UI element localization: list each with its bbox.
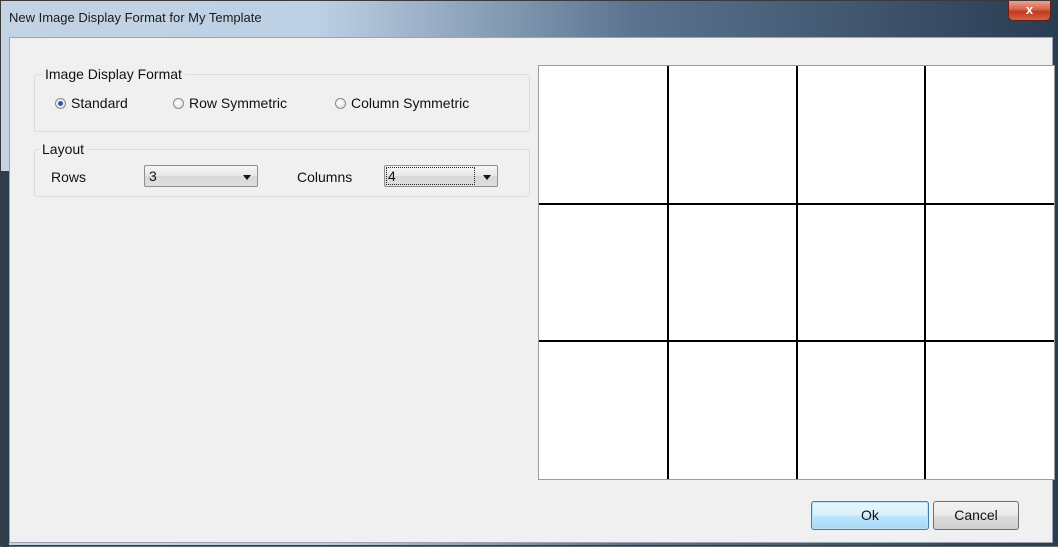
window-edge-decoration: [1, 171, 9, 547]
layout-legend: Layout: [39, 141, 88, 157]
dialog-window: New Image Display Format for My Template…: [0, 0, 1058, 547]
columns-dropdown-value: 4: [386, 167, 475, 185]
radio-column-symmetric-indicator[interactable]: [335, 97, 346, 109]
dialog-client-area: Image Display Format Standard Row Symmet…: [9, 37, 1055, 543]
ok-button[interactable]: Ok: [811, 501, 929, 530]
radio-standard[interactable]: Standard: [55, 95, 128, 111]
radio-row-symmetric-label: Row Symmetric: [189, 95, 288, 111]
radio-standard-indicator[interactable]: [55, 97, 66, 109]
chevron-down-icon: [243, 175, 251, 180]
radio-standard-label: Standard: [71, 95, 128, 111]
chevron-down-icon: [483, 175, 491, 180]
radio-column-symmetric[interactable]: Column Symmetric: [335, 95, 469, 111]
layout-preview-grid: [539, 66, 1054, 479]
image-display-format-group: Image Display Format Standard Row Symmet…: [34, 66, 530, 132]
close-icon: x: [1025, 2, 1034, 17]
radio-row-symmetric[interactable]: Row Symmetric: [173, 95, 287, 111]
rows-label: Rows: [51, 169, 87, 185]
radio-column-symmetric-label: Column Symmetric: [351, 95, 470, 111]
rows-dropdown-value: 3: [149, 168, 157, 184]
window-title: New Image Display Format for My Template: [9, 10, 262, 25]
cancel-button[interactable]: Cancel: [933, 501, 1019, 530]
image-display-format-legend: Image Display Format: [42, 66, 185, 82]
close-button[interactable]: x: [1008, 1, 1051, 21]
layout-preview: [538, 65, 1055, 480]
columns-label: Columns: [297, 169, 353, 185]
rows-dropdown[interactable]: 3: [144, 165, 258, 187]
title-bar[interactable]: New Image Display Format for My Template…: [1, 1, 1057, 37]
radio-row-symmetric-indicator[interactable]: [173, 97, 184, 109]
layout-group: Layout Rows 3 Columns 4: [34, 141, 530, 197]
columns-dropdown[interactable]: 4: [384, 165, 498, 187]
